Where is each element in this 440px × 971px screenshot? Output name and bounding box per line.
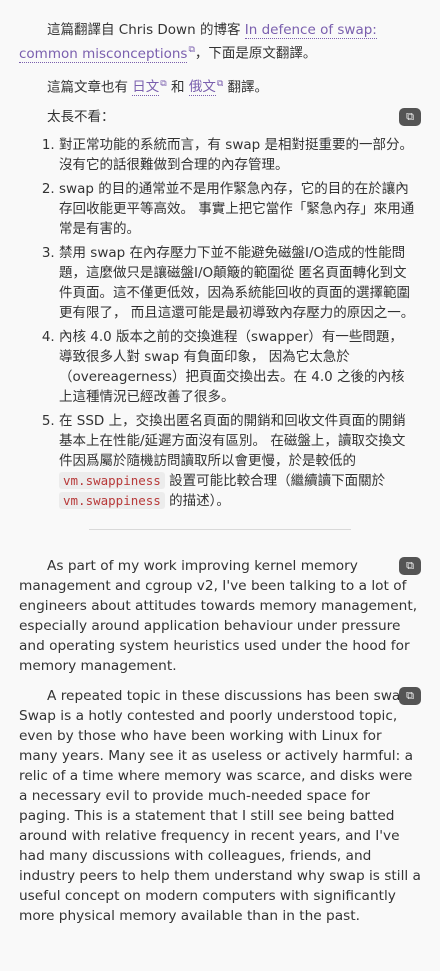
inline-code: vm.swappiness (59, 492, 165, 509)
list-item-text: 在 SSD 上，交換出匿名頁面的開銷和回收文件頁面的開銷基本上在性能/延遲方面沒… (59, 413, 406, 469)
inline-code: vm.swappiness (59, 472, 165, 489)
list-item: swap 的目的通常並不是用作緊急內存，它的目的在於讓內存回收能更平等高效。 事… (59, 179, 421, 239)
paragraph-text: A repeated topic in these discussions ha… (19, 688, 421, 924)
english-section: As part of my work improving kernel memo… (19, 556, 421, 926)
list-item: 禁用 swap 在內存壓力下並不能避免磁盤I/O造成的性能問題，這麼做只是讓磁盤… (59, 243, 421, 323)
list-item: 在 SSD 上，交換出匿名頁面的開銷和回收文件頁面的開銷基本上在性能/延遲方面沒… (59, 411, 421, 511)
tldr-block: 太長不看： ⧉ (19, 107, 421, 127)
translations-suffix: 翻譯。 (223, 79, 269, 95)
divider (89, 529, 351, 530)
tldr-label: 太長不看： (47, 109, 115, 125)
translations-middle: 和 (166, 79, 189, 95)
translate-icon[interactable]: ⧉ (399, 557, 421, 575)
translate-icon[interactable]: ⧉ (399, 108, 421, 126)
intro-prefix: 這篇翻譯自 Chris Down 的博客 (47, 22, 245, 38)
translations-prefix: 這篇文章也有 (47, 79, 133, 95)
tldr-list: 對正常功能的系統而言，有 swap 是相對挺重要的一部分。沒有它的話很難做到合理… (19, 135, 421, 511)
list-item: 內核 4.0 版本之前的交換進程（swapper）有一些問題，導致很多人對 sw… (59, 327, 421, 407)
english-paragraph-1: As part of my work improving kernel memo… (19, 556, 421, 676)
japanese-link[interactable]: 日文 (132, 79, 160, 96)
paragraph-text: As part of my work improving kernel memo… (19, 558, 418, 674)
list-item-text: 的描述）。 (164, 493, 230, 509)
translations-paragraph: 這篇文章也有 日文⧉ 和 俄文⧉ 翻譯。 (19, 74, 421, 98)
list-item: 對正常功能的系統而言，有 swap 是相對挺重要的一部分。沒有它的話很難做到合理… (59, 135, 421, 175)
article-body: 這篇翻譯自 Chris Down 的博客 In defence of swap:… (0, 20, 440, 926)
english-paragraph-2: A repeated topic in these discussions ha… (19, 686, 421, 926)
russian-link[interactable]: 俄文 (188, 79, 216, 96)
list-item-text: 設置可能比較合理（繼續讀下面關於 (164, 473, 386, 489)
intro-suffix: ，下面是原文翻譯。 (194, 45, 317, 62)
translate-icon[interactable]: ⧉ (399, 687, 421, 705)
intro-paragraph: 這篇翻譯自 Chris Down 的博客 In defence of swap:… (19, 20, 421, 64)
